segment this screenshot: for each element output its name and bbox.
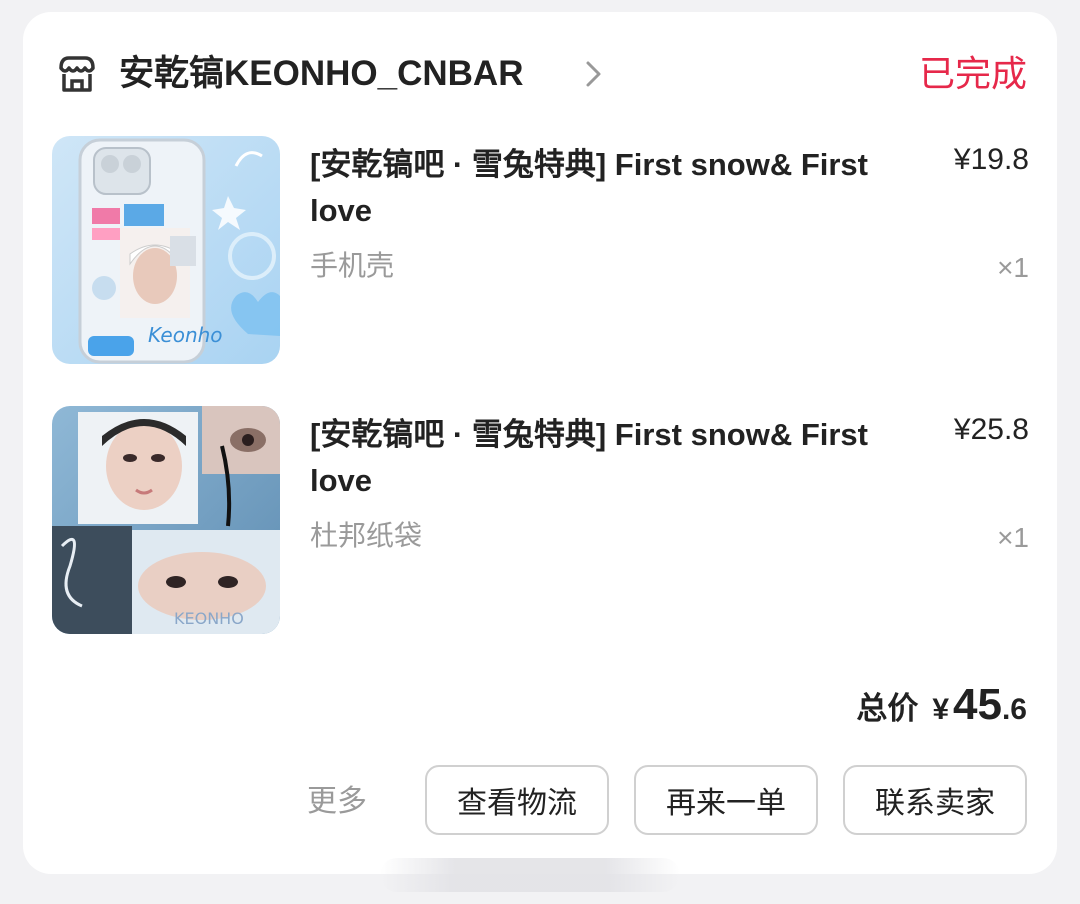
total-label: 总价 xyxy=(856,691,919,726)
more-button[interactable]: 更多 xyxy=(307,782,367,822)
thumbnail-caption: Keonho xyxy=(148,323,223,347)
product-thumbnail[interactable]: KEONHO xyxy=(52,406,280,634)
item-title[interactable]: [安乾镐吧 · 雪兔特典] First snow& First love xyxy=(310,142,900,234)
shop-header[interactable]: 安乾镐KEONHO_CNBAR 已完成 xyxy=(55,50,1027,98)
item-title[interactable]: [安乾镐吧 · 雪兔特典] First snow& First love xyxy=(310,412,900,504)
shop-icon xyxy=(59,56,95,92)
order-card: 安乾镐KEONHO_CNBAR 已完成 Keonho [安乾镐吧 · 雪兔特典]… xyxy=(23,12,1057,874)
reorder-button[interactable]: 再来一单 xyxy=(634,765,818,835)
item-price: ¥19.8 xyxy=(953,143,1029,176)
view-logistics-button[interactable]: 查看物流 xyxy=(425,765,609,835)
thumbnail-caption: KEONHO xyxy=(174,609,244,628)
item-price: ¥25.8 xyxy=(953,413,1029,446)
order-item[interactable]: KEONHO [安乾镐吧 · 雪兔特典] First snow& First l… xyxy=(52,406,1029,634)
order-total: 总价 ¥ 45 .6 xyxy=(856,680,1027,736)
shop-name[interactable]: 安乾镐KEONHO_CNBAR xyxy=(119,52,523,96)
total-currency: ¥ xyxy=(932,693,950,726)
total-integer: 45 xyxy=(953,680,1002,729)
order-status: 已完成 xyxy=(918,53,1027,94)
product-thumbnail[interactable]: Keonho xyxy=(52,136,280,364)
chevron-right-icon[interactable] xyxy=(583,58,605,90)
contact-seller-button[interactable]: 联系卖家 xyxy=(843,765,1027,835)
total-decimal: .6 xyxy=(1001,693,1027,726)
item-quantity: ×1 xyxy=(997,252,1029,283)
item-spec: 手机壳 xyxy=(310,250,395,281)
order-item[interactable]: Keonho [安乾镐吧 · 雪兔特典] First snow& First l… xyxy=(52,136,1029,364)
item-quantity: ×1 xyxy=(997,522,1029,553)
watermark-strip xyxy=(380,858,680,892)
item-spec: 杜邦纸袋 xyxy=(310,520,423,551)
